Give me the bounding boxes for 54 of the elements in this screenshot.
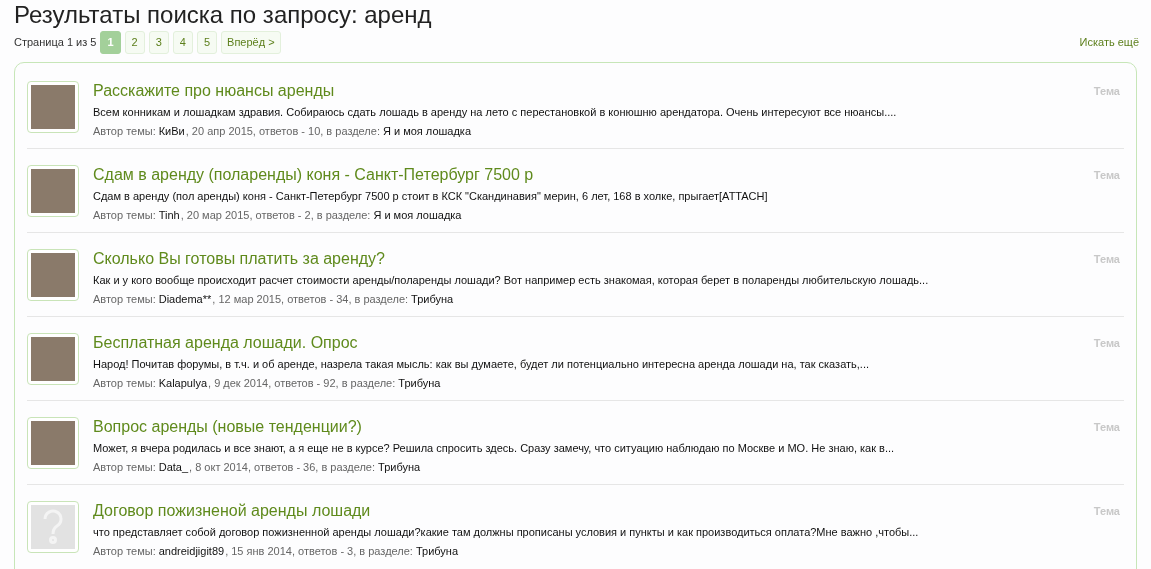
result-details: , 8 окт 2014, ответов - 36, в разделе: [189,459,376,474]
result-title-link[interactable]: Сколько Вы готовы платить за аренду? [93,248,1080,269]
result-title-link[interactable]: Расскажите про нюансы аренды [93,80,1080,101]
page-link[interactable]: 2 [124,31,145,54]
author-label: Автор темы: [93,123,156,138]
page-link[interactable]: 5 [196,31,218,54]
search-more-link[interactable]: Искать ещё [1079,34,1139,51]
forum-link[interactable]: Трибуна [411,291,454,306]
photo-placeholder [31,168,75,213]
result-snippet: Народ! Почитав форумы, в т.ч. и об аренде, назрела такая мысль: как вы думаете, будет ли потенциально интересна аренда лошади на, так сказать,... [93,356,871,371]
result-snippet: что представляет собой договор пожизненной аренды лошади?какие там должны прописаны условия и пункты и как производиться оплата?Мне важно ,чтобы... [93,524,920,539]
author-label: Автор темы: [93,291,156,306]
result-details: , 20 апр 2015, ответов - 10, в разделе: [185,123,380,138]
photo-placeholder [31,252,75,297]
result-snippet: Может, я вчера родилась и все знают, а я еще не в курсе? Решила спросить здесь. Сразу замечу, что ситуацию наблюдаю по Москве и МО. Не знаю, как в... [93,440,896,455]
forum-link[interactable]: Трибуна [398,375,441,390]
author-link[interactable]: andreidjigit89 [158,543,225,558]
author-link[interactable]: Data_ [158,459,189,474]
author-label: Автор темы: [93,543,156,558]
photo-placeholder [31,84,75,129]
author-link[interactable]: Diadema** [158,291,212,306]
avatar-frame[interactable] [27,332,79,385]
result-title-link[interactable]: Сдам в аренду (поларенды) коня - Санкт-Петербург 7500 р [93,164,1080,185]
page-link[interactable]: 3 [148,31,169,54]
forum-link[interactable]: Я и моя лошадка [382,123,472,138]
page-title: Результаты поиска по запросу: аренд [14,0,433,29]
result-details: , 12 мар 2015, ответов - 34, в разделе: [212,291,409,306]
author-link[interactable]: Tinh [158,207,180,222]
forum-link[interactable]: Я и моя лошадка [373,207,462,222]
result-details: , 20 мар 2015, ответов - 2, в разделе: [180,207,371,222]
avatar-frame[interactable] [27,416,79,469]
avatar-frame[interactable] [27,80,79,133]
result-title-link[interactable]: Вопрос аренды (новые тенденции?) [93,416,1080,437]
forum-link[interactable]: Трибуна [415,543,459,558]
result-title-link[interactable]: Договор пожизненой аренды лошади [93,500,1080,521]
result-title-link[interactable]: Бесплатная аренда лошади. Опрос [93,332,1080,353]
result-snippet: Как и у кого вообще происходит расчет стоимости аренды/поларенды лошади? Вот например есть знакомая, которая берет в поларенды любительскую лошадь... [93,272,930,287]
author-link[interactable]: Kalapulya [158,375,208,390]
avatar-frame[interactable] [27,248,79,301]
photo-placeholder [31,336,75,381]
page-count: Страница 1 из 5 [14,35,97,50]
avatar-frame[interactable] [27,164,79,217]
page-link[interactable]: 4 [172,31,193,54]
result-snippet: Сдам в аренду (пол аренды) коня - Санкт-Петербург 7500 р стоит в КСК "Скандинавия" мерин, 6 лет, 168 в холке, прыгает[ATTACH] [93,188,769,203]
author-label: Автор темы: [93,375,156,390]
result-snippet: Всем конникам и лошадкам здравия. Собираюсь сдать лошадь в аренду на лето с перестановкой в конюшню арендатора. Очень интересуют все нюансы.... [93,104,898,119]
author-label: Автор темы: [93,207,156,222]
photo-placeholder [31,420,75,465]
forum-link[interactable]: Трибуна [378,459,421,474]
next-page-link[interactable]: Вперёд > [221,31,281,54]
result-details: , 9 дек 2014, ответов - 92, в разделе: [208,375,396,390]
result-details: , 15 янв 2014, ответов - 3, в разделе: [225,543,413,558]
author-link[interactable]: КиВи [158,123,185,138]
author-label: Автор темы: [93,459,156,474]
